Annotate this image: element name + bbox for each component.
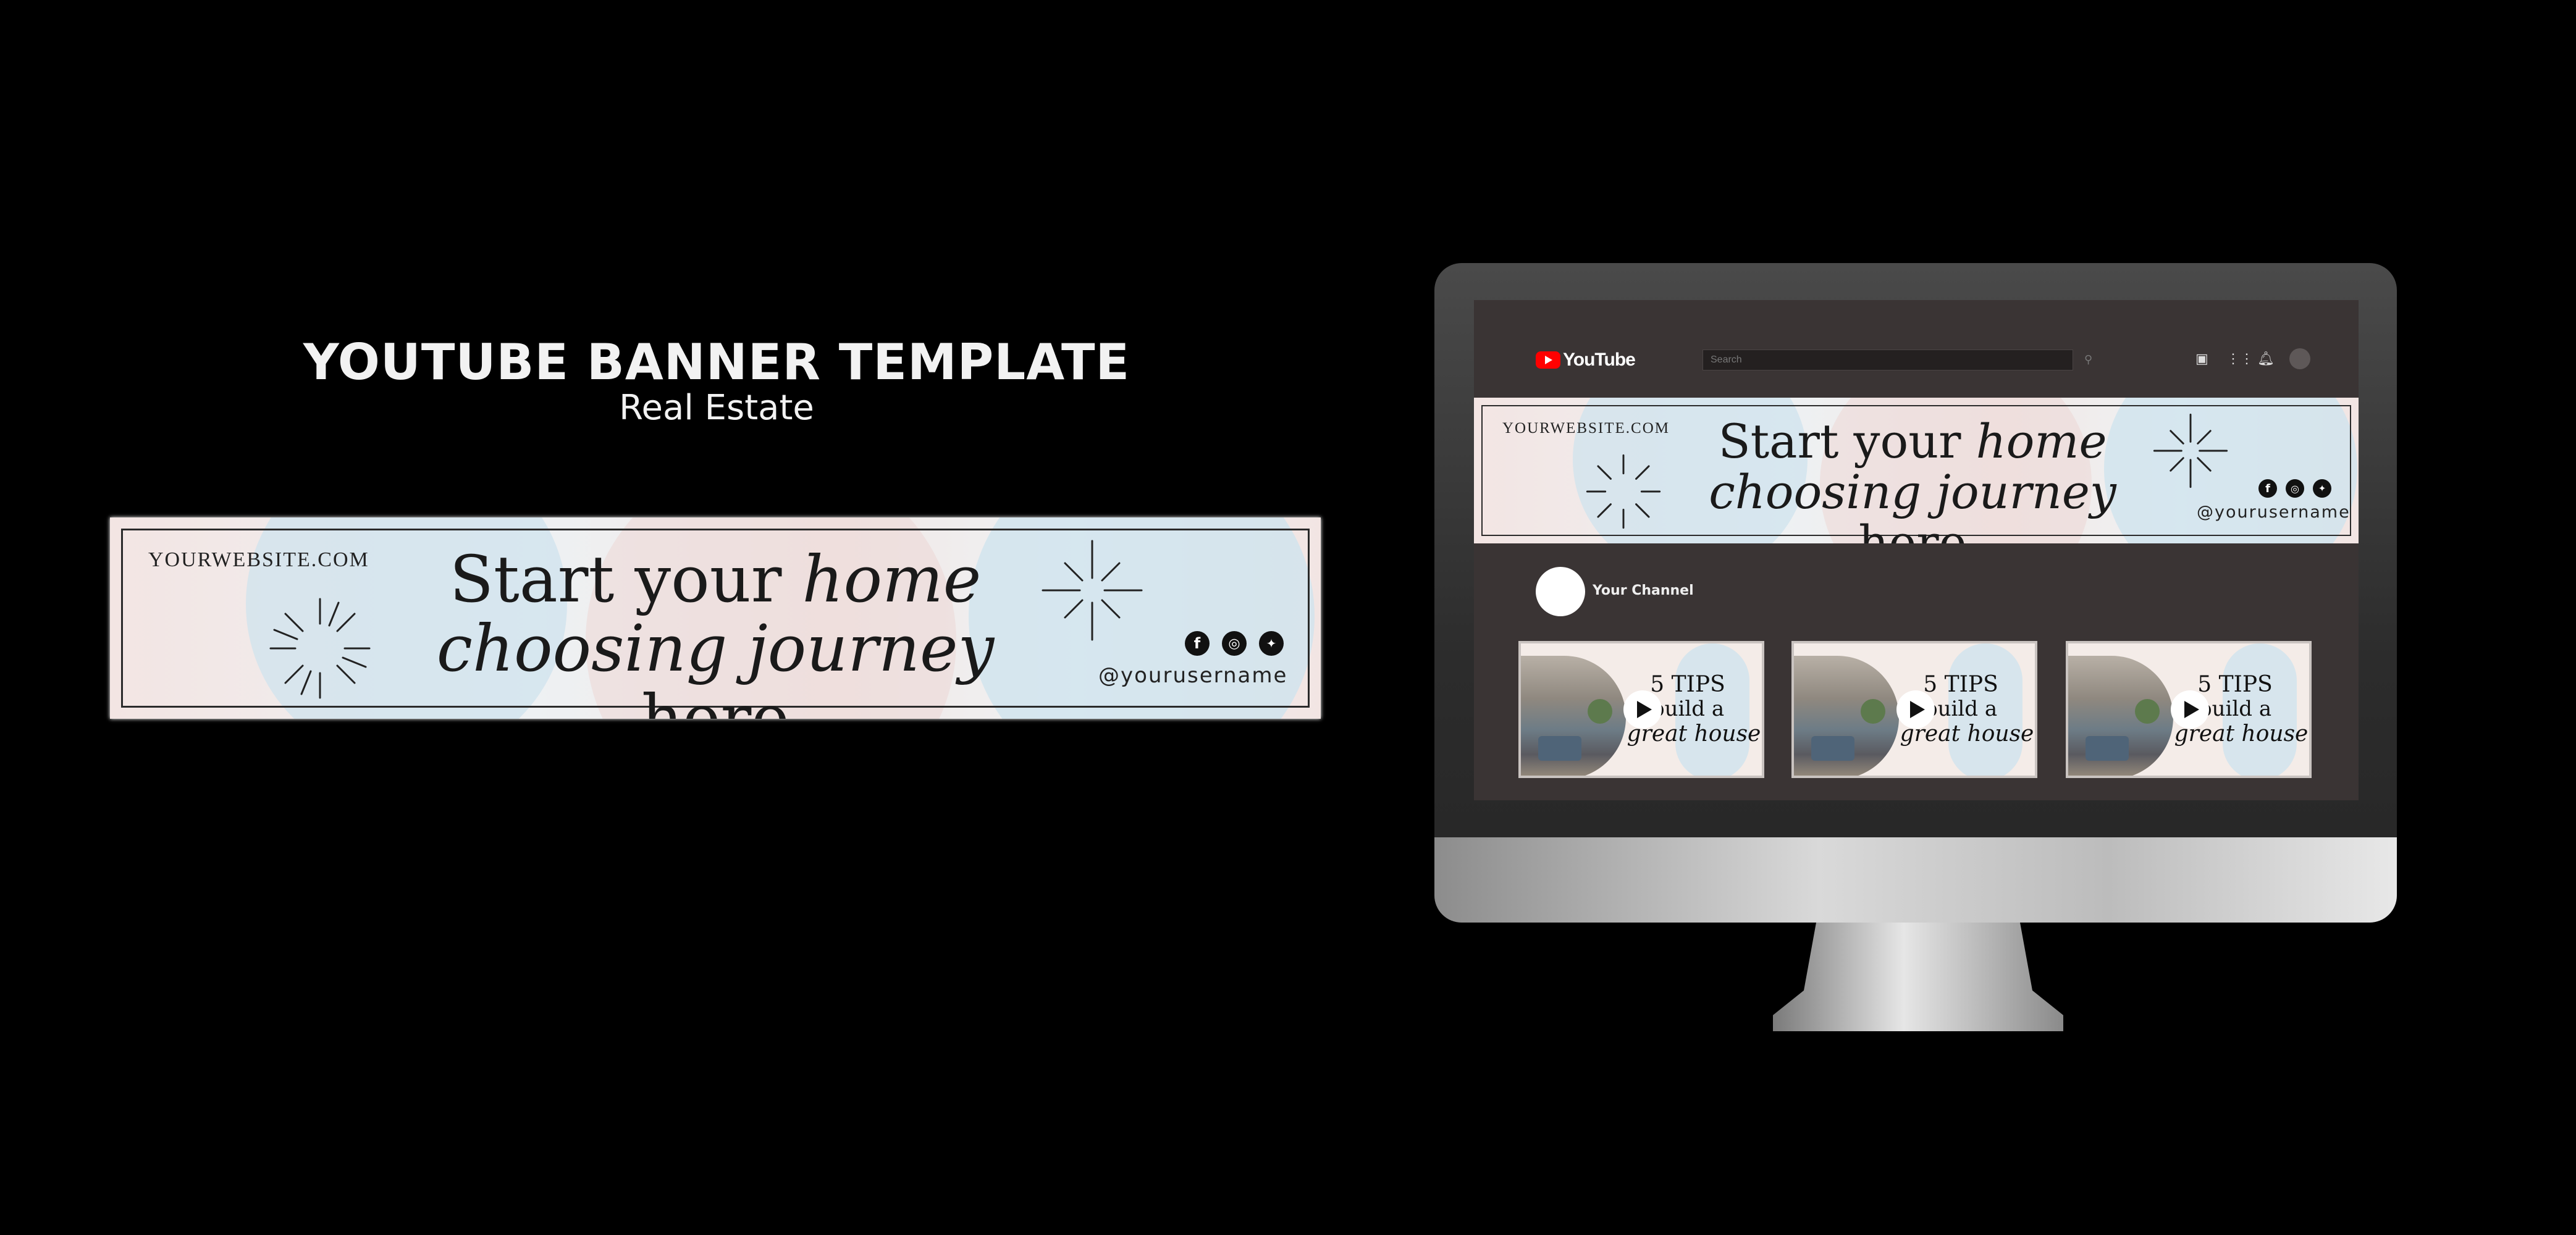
youtube-logo[interactable]: YouTube — [1536, 350, 1636, 371]
banner-headline: Start your home choosing journey here — [369, 545, 1061, 719]
sofa-shape — [1538, 736, 1581, 761]
video-thumbnail[interactable]: 5 TIPS build a great house — [2066, 641, 2312, 778]
sparkle-star-icon — [1042, 540, 1143, 641]
apps-grid-icon[interactable]: ⋮⋮ — [2226, 351, 2254, 367]
account-avatar[interactable] — [2289, 348, 2310, 369]
instagram-icon[interactable]: ◎ — [2286, 479, 2304, 498]
instagram-icon[interactable]: ◎ — [1222, 631, 1247, 656]
video-thumbnail[interactable]: 5 TIPS build a great house — [1791, 641, 2037, 778]
youtube-screen: YouTube Search ⚲ ▣ ⋮⋮ 🔔︎ YOURWEBSITE.COM… — [1474, 300, 2359, 800]
channel-avatar[interactable] — [1536, 567, 1585, 616]
plant-shape — [1588, 699, 1612, 724]
headline-part: home — [1976, 414, 2107, 469]
headline-part: Start your — [449, 542, 782, 617]
facebook-icon[interactable]: f — [1185, 631, 1210, 656]
youtube-topbar: YouTube Search ⚲ ▣ ⋮⋮ 🔔︎ — [1474, 300, 2359, 393]
video-thumbnail[interactable]: 5 TIPS build a great house — [1518, 641, 1764, 778]
twitter-icon[interactable]: ✦ — [2313, 479, 2331, 498]
headline-part: here — [641, 680, 789, 719]
banner-headline: Start your home choosing journey here — [1659, 416, 2166, 543]
play-icon[interactable] — [2171, 690, 2209, 729]
sparkle-burst-icon — [1586, 454, 1661, 529]
banner-website: YOURWEBSITE.COM — [148, 548, 369, 571]
page-subtitle: Real Estate — [619, 388, 814, 428]
channel-name[interactable]: Your Channel — [1593, 583, 1694, 598]
create-video-icon[interactable]: ▣ — [2195, 351, 2208, 367]
headline-part: here — [1858, 515, 1967, 543]
headline-part: home — [802, 542, 982, 617]
banner-username: @yourusername — [2197, 503, 2351, 522]
facebook-icon[interactable]: f — [2258, 479, 2277, 498]
plant-shape — [2135, 699, 2160, 724]
bell-icon[interactable]: 🔔︎ — [2257, 351, 2275, 367]
search-input[interactable]: Search — [1703, 350, 2073, 371]
banner-channel: YOURWEBSITE.COM Start your home choosing… — [1474, 398, 2359, 543]
banner-socials: f ◎ ✦ — [1185, 631, 1284, 656]
sparkle-burst-icon — [269, 598, 371, 699]
monitor-chin — [1434, 837, 2397, 923]
headline-part: choosing journey — [1709, 464, 2116, 520]
twitter-icon[interactable]: ✦ — [1259, 631, 1284, 656]
play-icon[interactable] — [1623, 690, 1662, 729]
sparkle-star-icon — [2153, 413, 2228, 488]
youtube-play-icon — [1536, 351, 1560, 369]
banner-website: YOURWEBSITE.COM — [1502, 420, 1670, 437]
youtube-logo-text: YouTube — [1563, 350, 1636, 370]
play-icon[interactable] — [1896, 690, 1935, 729]
sofa-shape — [2086, 736, 2129, 761]
plant-shape — [1861, 699, 1885, 724]
headline-part: choosing journey — [436, 611, 995, 687]
headline-part: Start your — [1718, 414, 1961, 469]
monitor-stand — [1773, 923, 2063, 1031]
banner-socials: f ◎ ✦ — [2258, 479, 2331, 498]
banner-large: YOURWEBSITE.COM Start your home choosing… — [110, 517, 1321, 719]
page-title: YOUTUBE BANNER TEMPLATE — [303, 333, 1130, 391]
sofa-shape — [1811, 736, 1854, 761]
banner-username: @yourusername — [1098, 663, 1288, 688]
search-icon[interactable]: ⚲ — [2084, 353, 2092, 366]
